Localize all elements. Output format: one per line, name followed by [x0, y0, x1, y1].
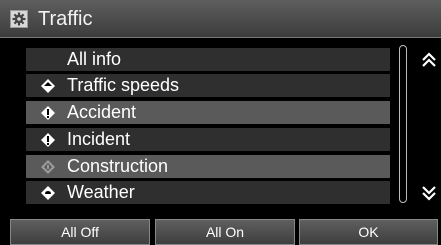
list-item-label: Traffic speeds: [67, 75, 180, 95]
all-off-button[interactable]: All Off: [10, 219, 150, 245]
scrollbar-thumb[interactable]: [401, 47, 405, 201]
list-item-accident[interactable]: Accident: [26, 101, 390, 124]
weather-icon: [40, 185, 56, 201]
all-on-button[interactable]: All On: [155, 219, 295, 245]
accident-icon: [40, 105, 56, 121]
page-title: Traffic: [38, 8, 93, 30]
list-item-label: All info: [67, 49, 122, 69]
construction-icon: [40, 159, 56, 175]
incident-icon: [40, 132, 56, 148]
button-bar: All Off All On OK: [0, 217, 441, 245]
list-item-traffic-speeds[interactable]: Traffic speeds: [26, 74, 390, 97]
title-bar: Traffic: [0, 0, 441, 38]
scroll-up-icon[interactable]: [420, 51, 438, 69]
scroll-down-icon[interactable]: [420, 184, 438, 202]
list-item-weather[interactable]: Weather: [26, 181, 390, 204]
scrollbar[interactable]: [399, 45, 407, 203]
list-item-all-info[interactable]: All info: [26, 48, 390, 71]
ok-button[interactable]: OK: [299, 219, 438, 245]
list-item-label: Weather: [67, 182, 135, 202]
list-item-label: Accident: [67, 102, 137, 122]
list-item-label: Incident: [67, 129, 131, 149]
settings-gear-icon: [10, 10, 28, 28]
list-item-label: Construction: [67, 156, 169, 176]
traffic-speeds-icon: [40, 78, 56, 94]
list-item-construction[interactable]: Construction: [26, 155, 390, 178]
list-item-incident[interactable]: Incident: [26, 128, 390, 151]
